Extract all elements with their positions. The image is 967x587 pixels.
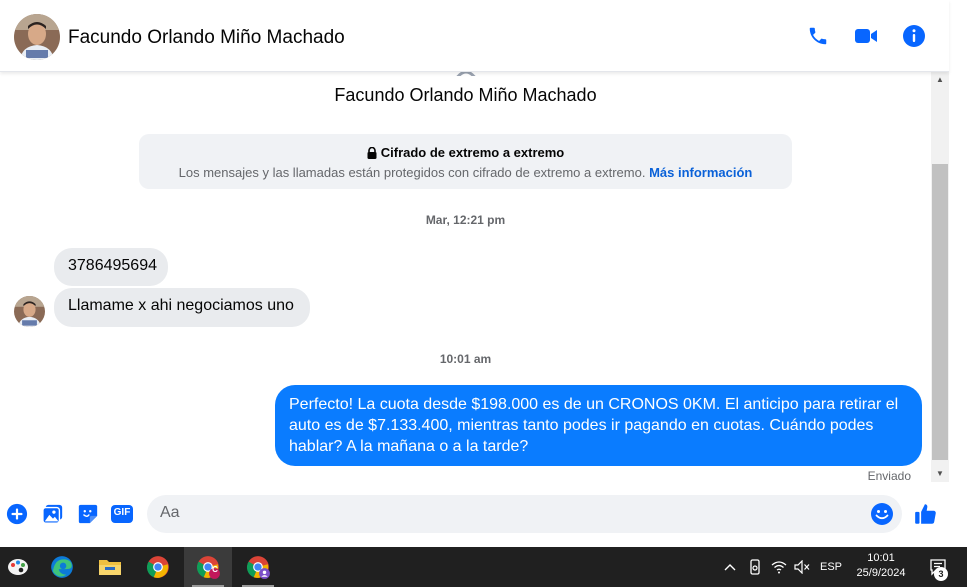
taskbar-app-file-explorer[interactable] xyxy=(86,547,134,587)
window-edge xyxy=(949,8,967,540)
info-icon xyxy=(903,25,925,47)
message-input-wrapper xyxy=(147,495,902,533)
windows-taskbar: C ESP 10:01 25/9/2024 3 xyxy=(0,547,967,587)
encryption-notice: Cifrado de extremo a extremo Los mensaje… xyxy=(139,134,792,189)
image-icon xyxy=(42,504,63,524)
emoji-button[interactable] xyxy=(870,502,894,526)
encryption-description: Los mensajes y las llamadas están proteg… xyxy=(178,165,646,180)
message-input[interactable] xyxy=(160,504,860,522)
plus-circle-icon xyxy=(6,503,28,525)
taskbar-app-chrome-profile[interactable]: C xyxy=(184,547,232,587)
phone-link-icon xyxy=(750,559,760,575)
message-timestamp: 10:01 am xyxy=(439,352,492,366)
volume-button[interactable] xyxy=(791,547,813,587)
sent-status: Enviado xyxy=(867,469,911,483)
edge-browser-icon xyxy=(51,556,73,578)
scroll-up-arrow-icon[interactable]: ▲ xyxy=(935,75,945,85)
conversation-info-button[interactable] xyxy=(902,24,926,48)
smiley-icon xyxy=(871,503,893,525)
messenger-window: Facundo Orlando Miño Machado Facundo Orl… xyxy=(0,0,967,587)
audio-call-button[interactable] xyxy=(806,24,830,48)
like-button[interactable] xyxy=(912,500,940,528)
chrome-icon xyxy=(246,556,270,579)
profile-avatar-partial xyxy=(453,72,479,76)
taskbar-app-chrome[interactable] xyxy=(134,547,182,587)
volume-muted-icon xyxy=(794,560,810,574)
sticker-icon xyxy=(78,504,98,524)
scroll-down-arrow-icon[interactable]: ▼ xyxy=(935,469,945,479)
notifications-button[interactable]: 3 xyxy=(920,547,956,587)
scrollbar[interactable]: ▲ ▼ xyxy=(931,72,949,482)
phone-icon xyxy=(809,27,827,45)
system-clock[interactable]: 10:01 25/9/2024 xyxy=(848,551,914,581)
language-indicator[interactable]: ESP xyxy=(816,547,846,587)
taskbar-app-edge[interactable] xyxy=(38,547,86,587)
chrome-icon xyxy=(146,556,169,578)
thumbs-up-icon xyxy=(915,504,936,524)
profile-name: Facundo Orlando Miño Machado xyxy=(334,85,597,105)
lock-icon xyxy=(367,146,377,159)
taskbar-app-paint[interactable] xyxy=(0,547,36,587)
contact-avatar-small[interactable] xyxy=(14,296,45,327)
outgoing-message[interactable]: Perfecto! La cuota desde $198.000 es de … xyxy=(275,385,922,466)
message-list[interactable]: Facundo Orlando Miño Machado Cifrado de … xyxy=(0,72,931,490)
clock-date: 25/9/2024 xyxy=(856,567,906,579)
clock-time: 10:01 xyxy=(867,552,895,564)
contact-avatar[interactable] xyxy=(14,14,60,60)
wifi-icon xyxy=(771,561,787,574)
attach-photo-button[interactable] xyxy=(41,502,65,526)
conversation-header: Facundo Orlando Miño Machado xyxy=(0,0,949,72)
tray-device-button[interactable] xyxy=(744,547,766,587)
notification-count-badge: 3 xyxy=(934,567,948,581)
scrollbar-thumb[interactable] xyxy=(932,164,948,460)
message-timestamp: Mar, 12:21 pm xyxy=(425,213,506,227)
window-edge xyxy=(949,0,967,8)
taskbar-app-chrome-profile-2[interactable] xyxy=(234,547,282,587)
composer-bar: GIF xyxy=(0,490,949,540)
encryption-title: Cifrado de extremo a extremo xyxy=(380,145,565,160)
more-actions-button[interactable] xyxy=(5,502,29,526)
incoming-message[interactable]: 3786495694 xyxy=(54,248,168,286)
gif-label: GIF xyxy=(113,507,131,518)
incoming-message[interactable]: Llamame x ahi negociamos uno xyxy=(54,288,310,327)
paint-palette-icon xyxy=(8,559,28,575)
show-hidden-icons-button[interactable] xyxy=(720,547,740,587)
contact-name[interactable]: Facundo Orlando Miño Machado xyxy=(68,27,345,49)
sticker-button[interactable] xyxy=(76,502,100,526)
gif-button[interactable]: GIF xyxy=(110,502,134,526)
video-camera-icon xyxy=(855,29,877,43)
chevron-up-icon xyxy=(724,564,736,571)
folder-icon xyxy=(99,560,121,575)
chrome-profile-badge: C xyxy=(212,565,218,574)
more-info-link[interactable]: Más información xyxy=(649,165,752,180)
network-button[interactable] xyxy=(768,547,790,587)
video-call-button[interactable] xyxy=(854,24,878,48)
